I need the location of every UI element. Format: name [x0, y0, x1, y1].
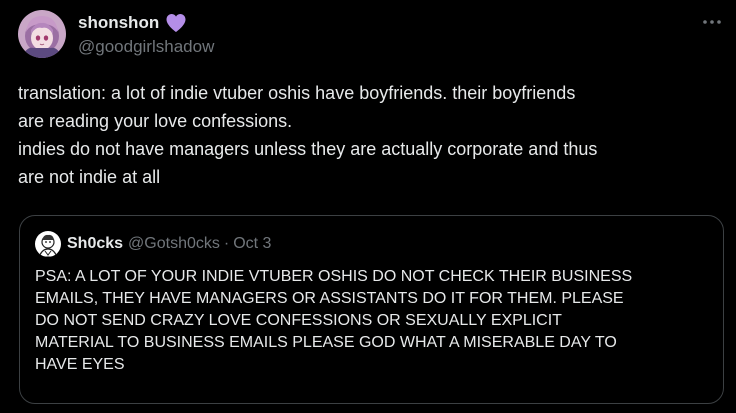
quoted-author-avatar [35, 231, 61, 257]
more-options-button[interactable] [700, 12, 724, 32]
quoted-text-line: PSA: A LOT OF YOUR INDIE VTUBER OSHIS DO… [35, 268, 633, 285]
author-display-name[interactable]: shonshon [78, 13, 159, 33]
author-avatar[interactable] [18, 10, 66, 58]
quoted-author-display-name: Sh0cks [67, 235, 124, 252]
tweet-text-line: translation: a lot of indie vtuber oshis… [18, 83, 576, 103]
separator-dot: · [223, 235, 230, 252]
quoted-author-handle: @Gotsh0cks [128, 235, 220, 252]
more-horizontal-icon [703, 20, 721, 24]
tweet-text: translation: a lot of indie vtuber oshis… [18, 79, 730, 191]
quoted-tweet-header: Sh0cks @Gotsh0cks · Oct 3 [35, 230, 271, 258]
quoted-text-line: MATERIAL TO BUSINESS EMAILS PLEASE GOD W… [35, 334, 617, 351]
author-handle[interactable]: @goodgirlshadow [78, 37, 214, 57]
quoted-text-line: EMAILS, THEY HAVE MANAGERS OR ASSISTANTS… [35, 290, 624, 307]
quoted-text-line: DO NOT SEND CRAZY LOVE CONFESSIONS OR SE… [35, 312, 562, 329]
tweet-text-line: are reading your love confessions. [18, 111, 293, 131]
quoted-tweet-date: Oct 3 [233, 235, 272, 252]
quoted-tweet-text: PSA: A LOT OF YOUR INDIE VTUBER OSHIS DO… [35, 266, 715, 376]
quoted-text-line: HAVE EYES [35, 356, 125, 373]
tweet-text-line: indies do not have managers unless they … [18, 139, 598, 159]
tweet-text-line: are not indie at all [18, 167, 161, 187]
purple-heart-icon [165, 13, 187, 33]
quoted-tweet-card[interactable]: Sh0cks @Gotsh0cks · Oct 3 PSA: A LOT OF … [19, 215, 724, 404]
tweet-header: shonshon @goodgirlshadow [78, 11, 214, 57]
tweet: shonshon @goodgirlshadow translation: a … [0, 0, 736, 413]
